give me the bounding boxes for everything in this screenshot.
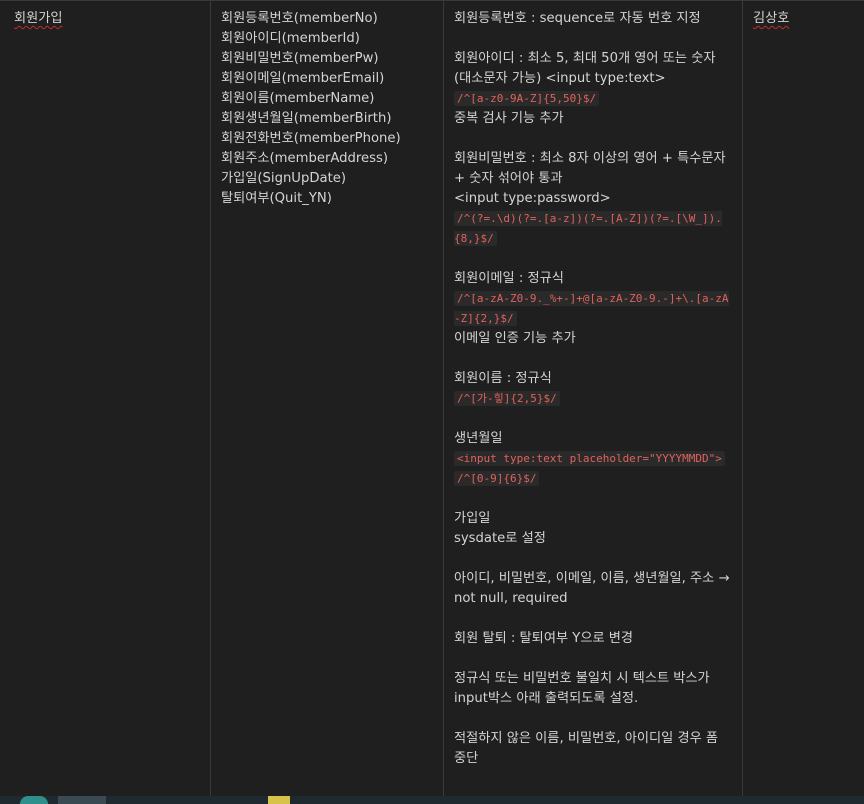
signup-note[interactable]: sysdate로 설정 xyxy=(454,529,732,549)
field-item[interactable]: 가입일(SignUpDate) xyxy=(221,169,433,189)
taskbar xyxy=(0,796,864,804)
birth-label[interactable]: 생년월일 xyxy=(454,429,732,449)
member-name-regex[interactable]: /^[가-힣]{2,5}$/ xyxy=(454,389,732,409)
field-item[interactable]: 탈퇴여부(Quit_YN) xyxy=(221,189,433,209)
feature-title[interactable]: 회원가입 xyxy=(14,9,200,29)
field-item[interactable]: 회원아이디(memberId) xyxy=(221,29,433,49)
assignee-column: 김상호 xyxy=(743,1,864,797)
birth-input[interactable]: <input type:text placeholder="YYYYMMDD"> xyxy=(454,449,732,469)
feature-column: 회원가입 xyxy=(0,1,211,797)
member-id-regex[interactable]: /^[a-z0-9A-Z]{5,50}$/ xyxy=(454,89,732,109)
field-item[interactable]: 회원이메일(memberEmail) xyxy=(221,69,433,89)
member-no-rule[interactable]: 회원등록번호 : sequence로 자동 번호 지정 xyxy=(454,9,732,29)
member-name-rule[interactable]: 회원이름 : 정규식 xyxy=(454,369,732,389)
member-email-note[interactable]: 이메일 인증 기능 추가 xyxy=(454,329,732,349)
spec-table: 회원가입 회원등록번호(memberNo) 회원아이디(memberId) 회원… xyxy=(0,0,864,797)
field-item[interactable]: 회원등록번호(memberNo) xyxy=(221,9,433,29)
field-item[interactable]: 회원이름(memberName) xyxy=(221,89,433,109)
field-item[interactable]: 회원생년월일(memberBirth) xyxy=(221,109,433,129)
mismatch-note[interactable]: 정규식 또는 비밀번호 불일치 시 텍스트 박스가 input박스 아래 출력되… xyxy=(454,669,732,709)
member-id-note[interactable]: 중복 검사 기능 추가 xyxy=(454,109,732,129)
required-note[interactable]: 아이디, 비밀번호, 이메일, 이름, 생년월일, 주소 → not null,… xyxy=(454,569,732,609)
birth-regex[interactable]: /^[0-9]{6}$/ xyxy=(454,469,732,489)
taskbar-folder-icon[interactable] xyxy=(268,796,290,804)
taskbar-app-icon[interactable] xyxy=(20,796,48,804)
member-id-rule[interactable]: 회원아이디 : 최소 5, 최대 50개 영어 또는 숫자(대소문자 가능) <… xyxy=(454,49,732,89)
member-email-rule[interactable]: 회원이메일 : 정규식 xyxy=(454,269,732,289)
stop-note[interactable]: 적절하지 않은 이름, 비밀번호, 아이디일 경우 폼 중단 xyxy=(454,729,732,769)
field-item[interactable]: 회원전화번호(memberPhone) xyxy=(221,129,433,149)
assignee-name[interactable]: 김상호 xyxy=(753,9,854,29)
fields-column: 회원등록번호(memberNo) 회원아이디(memberId) 회원비밀번호(… xyxy=(211,1,444,797)
field-item[interactable]: 회원주소(memberAddress) xyxy=(221,149,433,169)
rules-column: 회원등록번호 : sequence로 자동 번호 지정 회원아이디 : 최소 5… xyxy=(444,1,743,797)
field-item[interactable]: 회원비밀번호(memberPw) xyxy=(221,49,433,69)
member-pw-rule[interactable]: 회원비밀번호 : 최소 8자 이상의 영어 + 특수문자 + 숫자 섞어야 통과 xyxy=(454,149,732,189)
member-pw-input[interactable]: <input type:password> xyxy=(454,189,732,209)
quit-note[interactable]: 회원 탈퇴 : 탈퇴여부 Y으로 변경 xyxy=(454,629,732,649)
signup-label[interactable]: 가입일 xyxy=(454,509,732,529)
member-pw-regex[interactable]: /^(?=.\d)(?=.[a-z])(?=.[A-Z])(?=.[\W_]).… xyxy=(454,209,732,249)
taskbar-active-item[interactable] xyxy=(58,796,106,804)
member-email-regex[interactable]: /^[a-zA-Z0-9._%+-]+@[a-zA-Z0-9.-]+\.[a-z… xyxy=(454,289,732,329)
